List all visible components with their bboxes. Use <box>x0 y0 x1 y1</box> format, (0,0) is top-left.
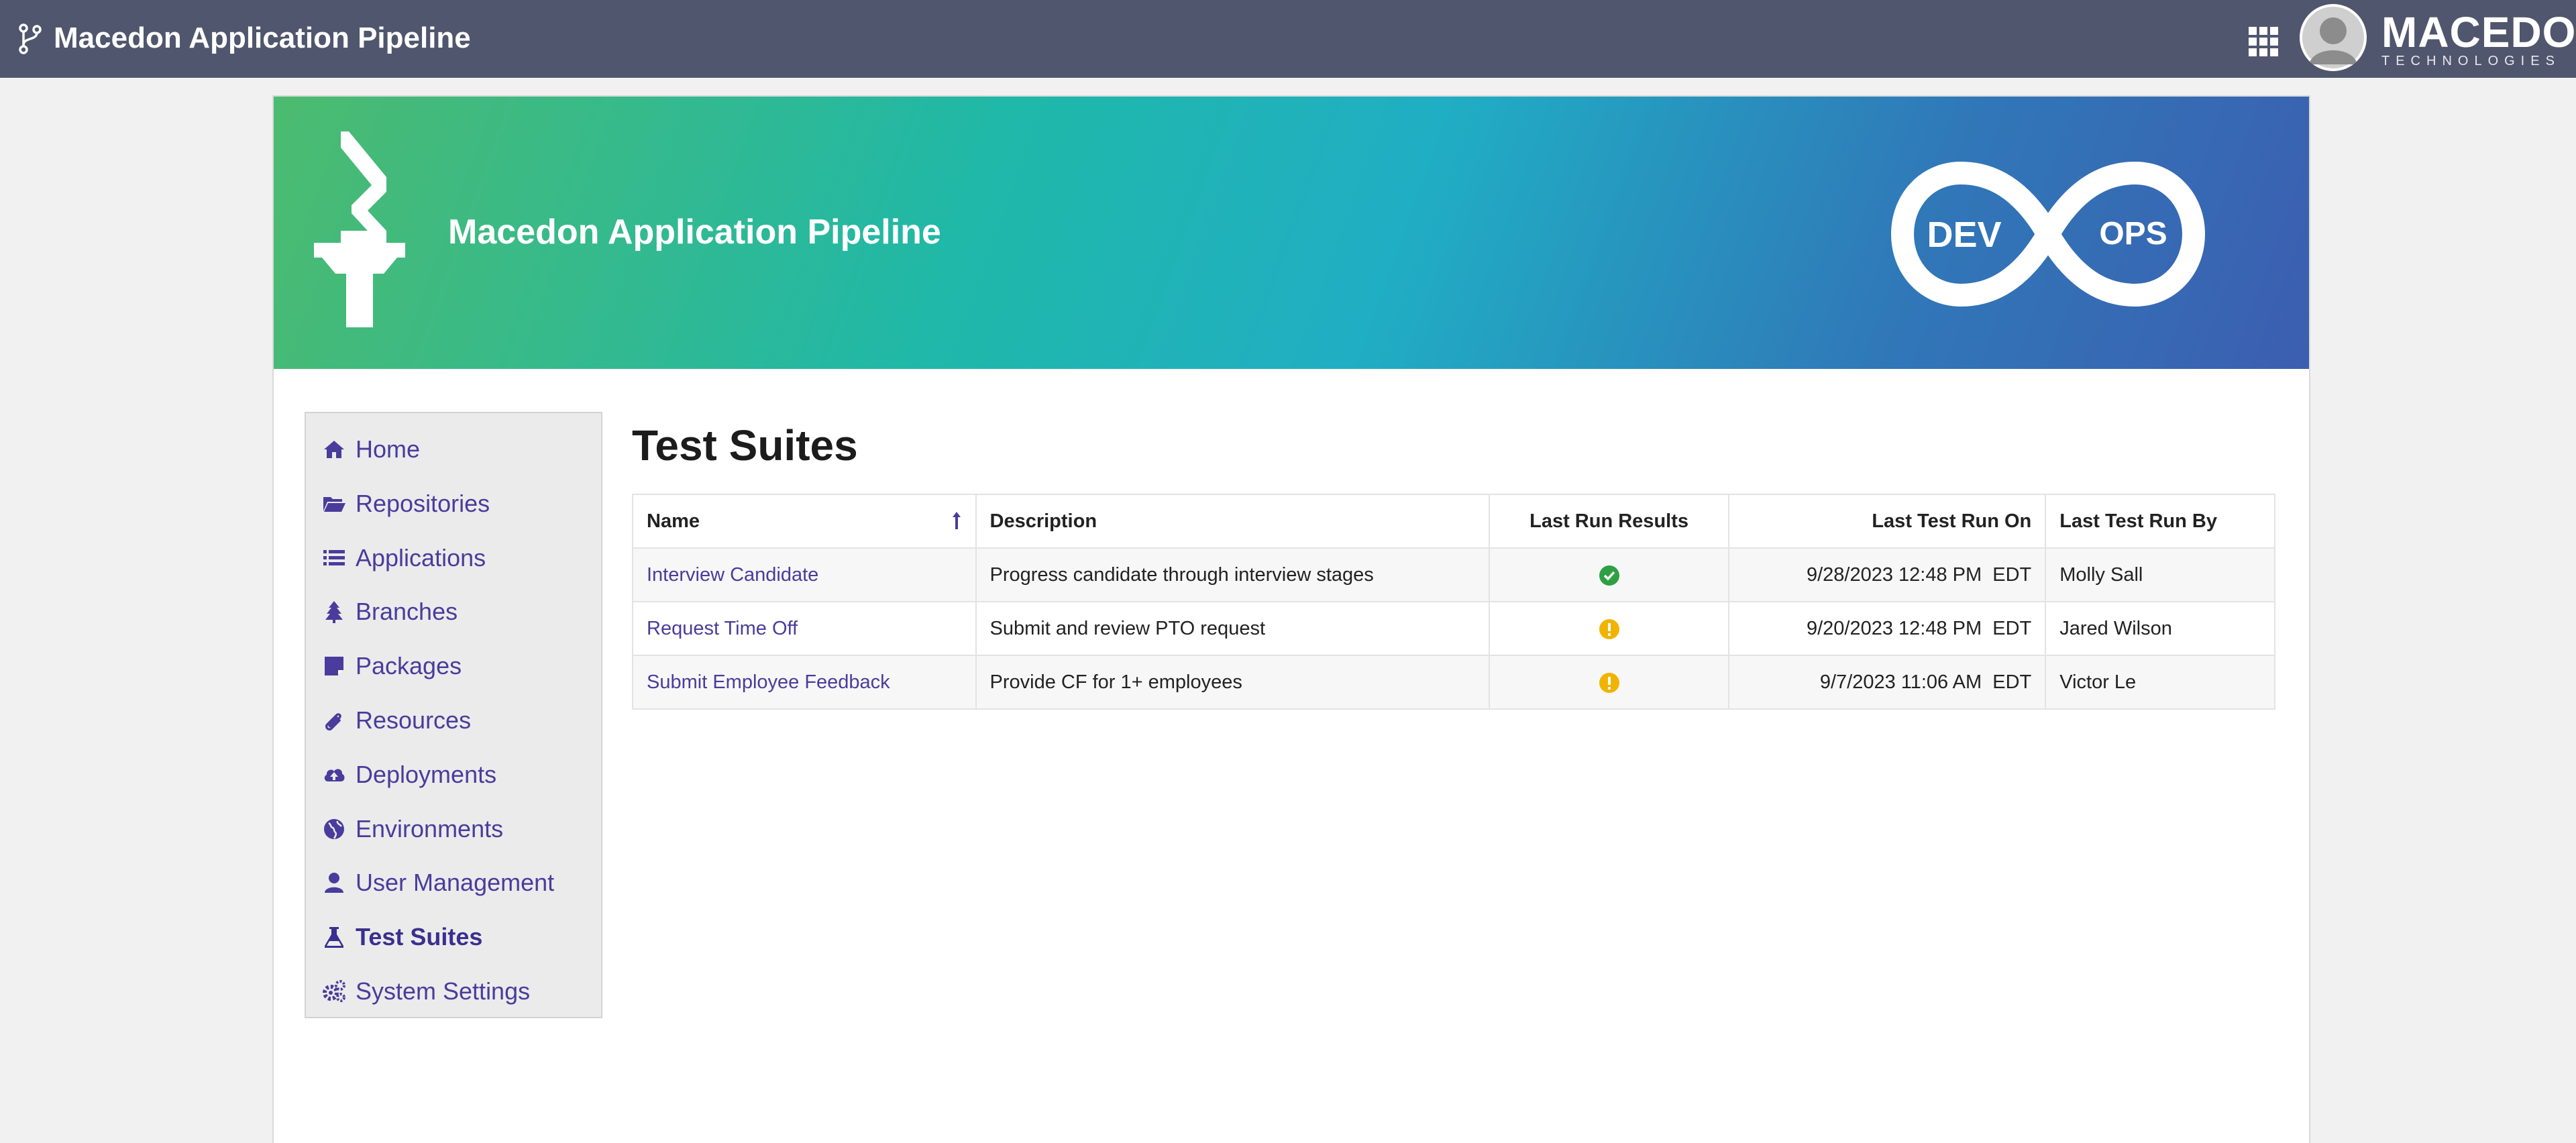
table-header-row: Name Description Last Run Results Last T… <box>632 494 2275 549</box>
cloud-upload-icon <box>324 769 345 781</box>
user-avatar-icon <box>2300 4 2367 71</box>
cogs-icon <box>323 980 345 1002</box>
list-icon <box>323 550 345 565</box>
home-icon <box>324 441 344 458</box>
sidebar-nav: Home Repositories Applications Branches … <box>305 412 602 1018</box>
brand-name: MACEDON <box>2381 8 2576 56</box>
column-header-last-run-results[interactable]: Last Run Results <box>1488 494 1730 549</box>
package-icon <box>325 657 343 675</box>
last-run-result-cell <box>1488 655 1730 710</box>
sidebar-item-label: User Management <box>356 869 555 896</box>
flask-icon <box>325 927 343 948</box>
last-run-by: Molly Sall <box>2045 547 2275 602</box>
sidebar-item-label: Environments <box>356 815 504 842</box>
top-bar: Macedon Application Pipeline MACEDON TEC… <box>0 0 2576 78</box>
column-header-description[interactable]: Description <box>975 494 1490 549</box>
folder-open-icon <box>323 497 345 512</box>
sidebar-item-label: Resources <box>356 706 472 734</box>
avatar[interactable] <box>2300 4 2367 71</box>
suite-name-link[interactable]: Submit Employee Feedback <box>647 671 890 693</box>
branch-icon <box>19 23 42 54</box>
table-row: Request Time Off Submit and review PTO r… <box>632 601 2275 656</box>
sidebar-item-user-management[interactable]: User Management <box>322 863 590 903</box>
sidebar-item-branches[interactable]: Branches <box>322 592 590 632</box>
last-run-date: 9/28/2023 12:48 PM EDT <box>1728 547 2047 602</box>
suite-description: Submit and review PTO request <box>975 601 1490 656</box>
suite-description: Provide CF for 1+ employees <box>975 655 1490 710</box>
banner: Macedon Application Pipeline DEV OPS <box>274 97 2309 369</box>
macedon-brand-logo: MACEDON TECHNOLOGIES <box>2381 8 2576 68</box>
last-run-by: Jared Wilson <box>2045 601 2275 656</box>
check-circle-icon <box>1599 565 1619 586</box>
banner-title: Macedon Application Pipeline <box>448 213 941 252</box>
sidebar-item-packages[interactable]: Packages <box>322 646 590 686</box>
devops-left-text: DEV <box>1927 215 2001 255</box>
sidebar-item-repositories[interactable]: Repositories <box>322 484 590 524</box>
sort-ascending-icon[interactable] <box>951 510 962 531</box>
table-row: Interview Candidate Progress candidate t… <box>632 547 2275 602</box>
devops-right-text: OPS <box>2099 216 2167 252</box>
column-header-last-test-run-by[interactable]: Last Test Run By <box>2045 494 2275 549</box>
tree-icon <box>325 601 343 623</box>
sidebar-item-resources[interactable]: Resources <box>322 700 590 741</box>
column-header-last-test-run-on[interactable]: Last Test Run On <box>1728 494 2047 549</box>
sidebar-item-system-settings[interactable]: System Settings <box>322 971 590 1012</box>
sidebar-item-label: Test Suites <box>356 923 483 950</box>
brand-subtitle: TECHNOLOGIES <box>2381 54 2561 68</box>
exclamation-circle-icon <box>1599 618 1619 639</box>
last-run-date: 9/20/2023 12:48 PM EDT <box>1728 601 2047 656</box>
column-header-name[interactable]: Name <box>632 494 977 549</box>
sidebar-item-home[interactable]: Home <box>322 429 590 470</box>
devops-infinity-logo: DEV OPS <box>1890 161 2206 307</box>
sidebar-item-label: Branches <box>356 598 458 625</box>
exclamation-circle-icon <box>1599 672 1619 693</box>
sidebar-item-label: Home <box>356 435 421 463</box>
sidebar-item-label: Deployments <box>356 761 497 788</box>
globe-icon <box>324 819 344 839</box>
sidebar-item-applications[interactable]: Applications <box>322 538 590 578</box>
last-run-by: Victor Le <box>2045 655 2275 710</box>
torch-logo-icon <box>314 131 405 327</box>
suite-name-link[interactable]: Request Time Off <box>647 618 798 639</box>
sidebar-item-deployments[interactable]: Deployments <box>322 755 590 795</box>
table-row: Submit Employee Feedback Provide CF for … <box>632 655 2275 710</box>
sidebar-item-environments[interactable]: Environments <box>322 809 590 849</box>
suite-description: Progress candidate through interview sta… <box>975 547 1490 602</box>
last-run-result-cell <box>1488 601 1730 656</box>
sidebar-item-label: Packages <box>356 652 462 679</box>
sidebar-item-label: Repositories <box>356 490 490 517</box>
sidebar-item-label: Applications <box>356 544 486 572</box>
sidebar-item-test-suites[interactable]: Test Suites <box>322 917 590 957</box>
app-title[interactable]: Macedon Application Pipeline <box>54 19 471 58</box>
user-icon <box>325 873 343 893</box>
test-suites-table: Name Description Last Run Results Last T… <box>632 494 2275 710</box>
last-run-result-cell <box>1488 547 1730 602</box>
apps-grid-icon[interactable] <box>2247 25 2279 58</box>
suite-name-link[interactable]: Interview Candidate <box>647 564 818 586</box>
last-run-date: 9/7/2023 11:06 AM EDT <box>1728 655 2047 710</box>
paperclip-icon <box>325 713 341 731</box>
page-title: Test Suites <box>632 421 858 470</box>
main-card: Macedon Application Pipeline DEV OPS Hom… <box>272 95 2310 1143</box>
sidebar-item-label: System Settings <box>356 977 531 1005</box>
